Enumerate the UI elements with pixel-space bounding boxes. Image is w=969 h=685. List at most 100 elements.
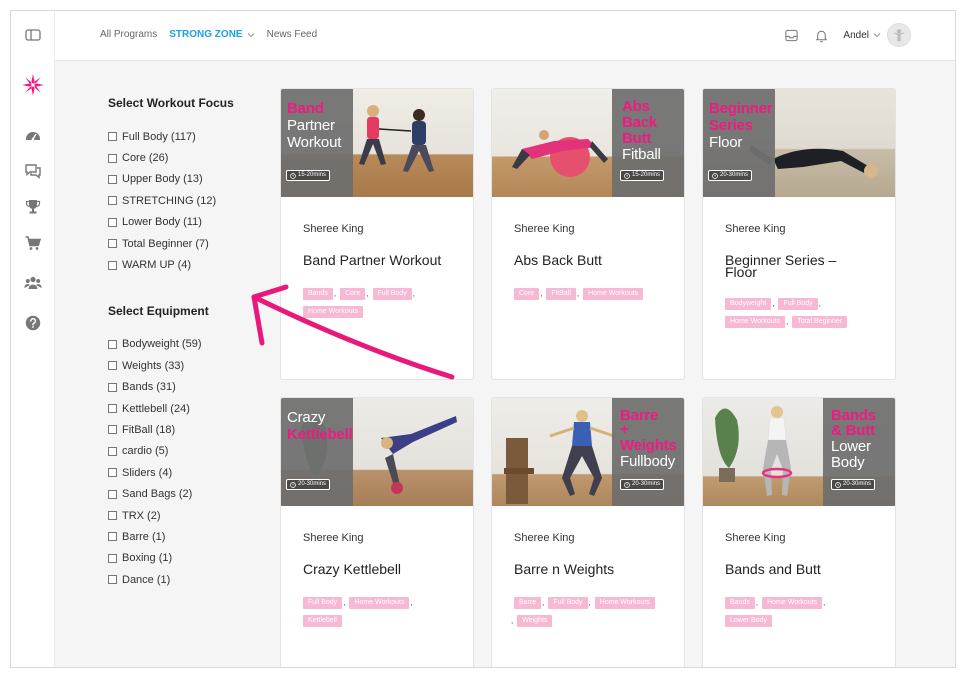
filter-label: Boxing (1) — [122, 552, 173, 565]
tag[interactable]: Core — [340, 288, 366, 300]
checkbox[interactable] — [108, 532, 117, 542]
checkbox[interactable] — [108, 217, 117, 227]
nav-all-programs[interactable]: All Programs — [100, 29, 157, 40]
cart-icon[interactable] — [23, 233, 43, 253]
workout-thumbnail[interactable]: Barre + Weights Fullbody 20-30mins — [492, 398, 684, 506]
checkbox[interactable] — [108, 339, 117, 349]
workout-card[interactable]: Beginner Series Floor 20-30mins Sheree K… — [702, 88, 896, 380]
checkbox[interactable] — [108, 553, 117, 563]
filter-option[interactable]: cardio (5) — [108, 441, 268, 462]
tag[interactable]: Home Workouts — [762, 597, 823, 609]
tag[interactable]: Home Workouts — [303, 306, 364, 318]
filter-option[interactable]: WARM UP (4) — [108, 254, 268, 275]
sidebar-toggle-icon[interactable] — [23, 25, 43, 45]
nav-strong-zone[interactable]: STRONG ZONE — [169, 29, 254, 40]
tag[interactable]: Kettlebell — [303, 615, 342, 627]
filter-option[interactable]: Total Beginner (7) — [108, 233, 268, 254]
brand-logo[interactable] — [21, 73, 45, 97]
sidebar — [11, 11, 55, 667]
workout-card[interactable]: Bands & Butt Lower Body 20-30mins Sheree… — [702, 397, 896, 667]
dashboard-icon[interactable] — [23, 125, 43, 145]
avatar[interactable] — [887, 23, 911, 47]
checkbox[interactable] — [108, 132, 117, 142]
tag[interactable]: Full Body — [303, 597, 343, 609]
checkbox[interactable] — [108, 575, 117, 585]
tag[interactable]: Lower Body — [725, 615, 772, 627]
tag[interactable]: Bands — [303, 288, 333, 300]
tag[interactable]: FitBall — [546, 288, 576, 300]
filter-option[interactable]: Kettlebell (24) — [108, 398, 268, 419]
filter-option[interactable]: Boxing (1) — [108, 548, 268, 569]
thumbnail-text: Band — [287, 100, 324, 117]
filter-option[interactable]: Barre (1) — [108, 526, 268, 547]
workout-title[interactable]: Bands and Butt — [725, 562, 873, 577]
tag[interactable]: Full Body — [548, 597, 588, 609]
workout-title[interactable]: Beginner Series – Floor — [725, 253, 855, 279]
workout-card[interactable]: Crazy Kettlebell 20-30mins Sheree King C… — [280, 397, 474, 667]
workout-title[interactable]: Abs Back Butt — [514, 253, 662, 268]
filter-option[interactable]: TRX (2) — [108, 505, 268, 526]
workout-title[interactable]: Band Partner Workout — [303, 253, 451, 268]
checkbox[interactable] — [108, 174, 117, 184]
filter-option[interactable]: Lower Body (11) — [108, 212, 268, 233]
tag[interactable]: Home Workouts — [725, 316, 786, 328]
filter-option[interactable]: Sand Bags (2) — [108, 483, 268, 504]
filter-option[interactable]: Full Body (117) — [108, 126, 268, 147]
checkbox[interactable] — [108, 196, 117, 206]
tag[interactable]: Home Workouts — [594, 597, 655, 609]
checkbox[interactable] — [108, 425, 117, 435]
tag[interactable]: Bands — [725, 597, 755, 609]
inbox-icon[interactable] — [783, 27, 799, 43]
checkbox[interactable] — [108, 489, 117, 499]
filter-option[interactable]: Upper Body (13) — [108, 169, 268, 190]
checkbox[interactable] — [108, 468, 117, 478]
checkbox[interactable] — [108, 446, 117, 456]
workout-thumbnail[interactable]: Band Partner Workout 15-20mins — [281, 89, 473, 197]
workout-card[interactable]: Barre + Weights Fullbody 20-30mins Shere… — [491, 397, 685, 667]
tag[interactable]: Total Beginner — [792, 316, 848, 328]
workout-card[interactable]: Abs Back Butt Fitball 15-20mins Sheree K… — [491, 88, 685, 380]
nav-news-feed[interactable]: News Feed — [267, 29, 318, 40]
trophy-icon[interactable] — [23, 197, 43, 217]
equipment-list: Bodyweight (59) Weights (33) Bands (31) … — [108, 334, 268, 591]
filter-option[interactable]: Bodyweight (59) — [108, 334, 268, 355]
workout-title[interactable]: Crazy Kettlebell — [303, 562, 451, 577]
chat-icon[interactable] — [23, 161, 43, 181]
bell-icon[interactable] — [813, 27, 829, 43]
thumbnail-text: Weights — [620, 437, 677, 454]
checkbox[interactable] — [108, 153, 117, 163]
workout-thumbnail[interactable]: Beginner Series Floor 20-30mins — [703, 89, 895, 197]
checkbox[interactable] — [108, 361, 117, 371]
help-icon[interactable] — [23, 313, 43, 333]
tag[interactable]: Weights — [517, 615, 553, 627]
workout-thumbnail[interactable]: Abs Back Butt Fitball 15-20mins — [492, 89, 684, 197]
tag[interactable]: Core — [514, 288, 540, 300]
filter-option[interactable]: STRETCHING (12) — [108, 190, 268, 211]
filter-option[interactable]: Dance (1) — [108, 569, 268, 590]
tag[interactable]: Full Body — [778, 298, 818, 310]
checkbox[interactable] — [108, 382, 117, 392]
workout-card[interactable]: Band Partner Workout 15-20mins Sheree Ki… — [280, 88, 474, 380]
clock-icon — [290, 481, 296, 488]
tag[interactable]: Bodyweight — [725, 298, 772, 310]
filter-option[interactable]: Sliders (4) — [108, 462, 268, 483]
thumbnail-text: Beginner — [709, 100, 773, 117]
filter-option[interactable]: Weights (33) — [108, 355, 268, 376]
checkbox[interactable] — [108, 260, 117, 270]
checkbox[interactable] — [108, 239, 117, 249]
workout-thumbnail[interactable]: Crazy Kettlebell 20-30mins — [281, 398, 473, 506]
filter-option[interactable]: Core (26) — [108, 147, 268, 168]
workout-thumbnail[interactable]: Bands & Butt Lower Body 20-30mins — [703, 398, 895, 506]
tag[interactable]: Home Workouts — [583, 288, 644, 300]
filter-option[interactable]: FitBall (18) — [108, 419, 268, 440]
checkbox[interactable] — [108, 404, 117, 414]
tag[interactable]: Home Workouts — [349, 597, 410, 609]
group-icon[interactable] — [23, 273, 43, 293]
filter-option[interactable]: Bands (31) — [108, 377, 268, 398]
tag[interactable]: Full Body — [372, 288, 412, 300]
tag-list: Core, FitBall, Home Workouts — [514, 288, 662, 300]
user-menu[interactable]: Andel — [843, 23, 911, 47]
checkbox[interactable] — [108, 511, 117, 521]
workout-title[interactable]: Barre n Weights — [514, 562, 662, 577]
tag[interactable]: Barre — [514, 597, 542, 609]
